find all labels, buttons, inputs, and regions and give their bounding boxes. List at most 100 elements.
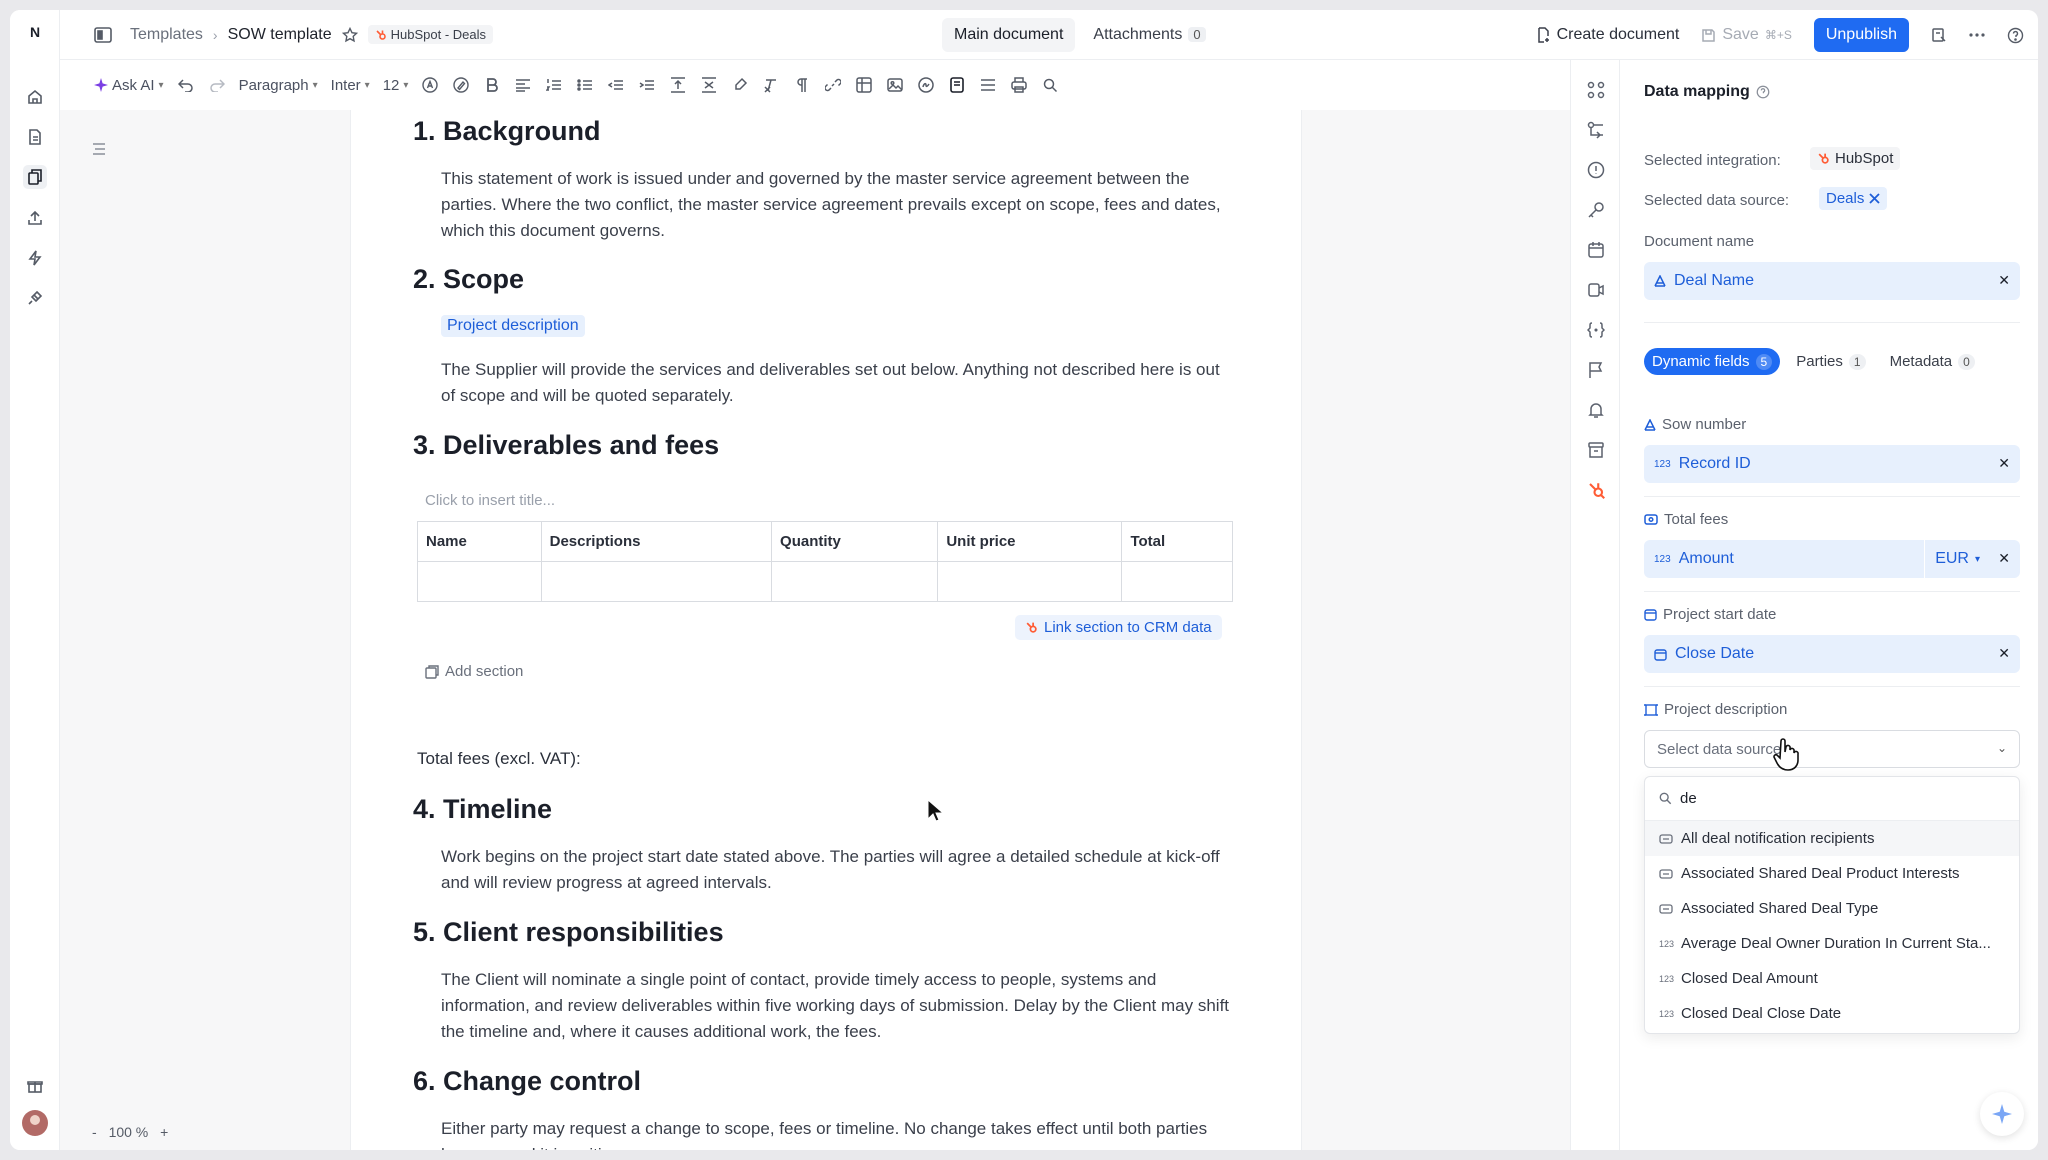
unpublish-button[interactable]: Unpublish	[1813, 18, 1909, 52]
project-start-date-field[interactable]: Close Date ✕	[1644, 635, 2020, 673]
outdent-icon[interactable]	[607, 76, 625, 94]
home-icon[interactable]	[23, 85, 47, 109]
data-source-select[interactable]: Select data source ⌄	[1644, 730, 2020, 768]
total-fees-label[interactable]: Total fees (excl. VAT):	[417, 749, 581, 769]
documents-icon[interactable]	[23, 125, 47, 149]
table-header-cell[interactable]: Descriptions	[540, 521, 773, 562]
search-icon[interactable]	[1041, 76, 1059, 94]
ask-ai-button[interactable]: Ask AI ▾	[94, 77, 164, 94]
fees-table[interactable]: Name Descriptions Quantity Unit price To…	[417, 521, 1233, 602]
section-body[interactable]: Either party may request a change to sco…	[441, 1116, 1231, 1150]
save-button[interactable]: Save ⌘+S	[1701, 26, 1792, 44]
upload-icon[interactable]	[23, 206, 47, 230]
total-fees-field[interactable]: 123 Amount EUR ▾ ✕	[1644, 540, 2020, 578]
table-cell[interactable]	[771, 561, 939, 602]
templates-icon[interactable]	[23, 165, 47, 189]
ai-assistant-button[interactable]	[1980, 1092, 2024, 1136]
document-name-field[interactable]: Deal Name ✕	[1644, 262, 2020, 300]
font-size-select[interactable]: 12 ▾	[383, 77, 409, 94]
close-icon[interactable]: ✕	[1998, 455, 2010, 472]
pilcrow-icon[interactable]	[793, 76, 811, 94]
preview-icon[interactable]	[1586, 280, 1606, 300]
info-icon[interactable]	[1586, 160, 1606, 180]
format-painter-icon[interactable]	[731, 76, 749, 94]
tab-main-document[interactable]: Main document	[942, 18, 1076, 52]
table-icon[interactable]	[855, 76, 873, 94]
table-header-cell[interactable]: Total	[1121, 521, 1233, 562]
table-cell[interactable]	[937, 561, 1123, 602]
selected-source-pill[interactable]: Deals	[1819, 187, 1888, 210]
numbered-list-icon[interactable]	[545, 76, 563, 94]
zoom-in-button[interactable]: +	[160, 1124, 168, 1140]
dynamic-field-chip[interactable]: Project description	[441, 315, 585, 337]
workspace-logo[interactable]: N	[23, 20, 47, 44]
close-icon[interactable]: ✕	[1998, 645, 2010, 662]
tab-attachments[interactable]: Attachments 0	[1081, 18, 1217, 52]
remove-icon[interactable]	[1869, 193, 1880, 204]
section-heading[interactable]: 3. Deliverables and fees	[413, 430, 719, 461]
table-header-cell[interactable]: Quantity	[771, 521, 939, 562]
redo-icon[interactable]	[208, 76, 226, 94]
section-body[interactable]: Work begins on the project start date st…	[441, 844, 1231, 896]
clear-format-icon[interactable]	[762, 76, 780, 94]
tab-metadata[interactable]: Metadata 0	[1882, 348, 1983, 375]
selected-integration-pill[interactable]: HubSpot	[1810, 147, 1901, 170]
integrations-icon[interactable]	[23, 286, 47, 310]
currency-select[interactable]: EUR ▾	[1924, 540, 1990, 578]
star-icon[interactable]	[341, 26, 358, 43]
variables-icon[interactable]	[1586, 320, 1606, 340]
dropdown-search-input[interactable]: de	[1680, 790, 1697, 807]
close-icon[interactable]: ✕	[1998, 550, 2010, 567]
section-heading[interactable]: 2. Scope	[413, 264, 524, 295]
tab-parties[interactable]: Parties 1	[1788, 348, 1873, 375]
link-icon[interactable]	[824, 76, 842, 94]
gift-icon[interactable]	[23, 1074, 47, 1098]
section-heading[interactable]: 6. Change control	[413, 1066, 641, 1097]
table-header-cell[interactable]: Name	[417, 521, 542, 562]
tab-dynamic-fields[interactable]: Dynamic fields 5	[1644, 348, 1781, 375]
archive-icon[interactable]	[1586, 440, 1606, 460]
flag-icon[interactable]	[1586, 360, 1606, 380]
bell-icon[interactable]	[1586, 400, 1606, 420]
text-color-icon[interactable]	[421, 76, 439, 94]
outline-icon[interactable]	[90, 140, 108, 158]
workflow-icon[interactable]	[1586, 120, 1606, 140]
table-header-cell[interactable]: Unit price	[937, 521, 1123, 562]
hubspot-icon[interactable]	[1586, 480, 1606, 500]
add-section-button[interactable]: Add section	[425, 663, 523, 680]
user-avatar[interactable]	[22, 1110, 48, 1136]
sidebar-toggle-icon[interactable]	[94, 26, 112, 43]
history-icon[interactable]	[1931, 27, 1947, 43]
help-icon[interactable]	[2007, 27, 2024, 44]
section-body[interactable]: This statement of work is issued under a…	[441, 166, 1231, 244]
zoom-out-button[interactable]: -	[92, 1124, 97, 1140]
dropdown-option[interactable]: 123 Closed Deal Amount	[1645, 961, 2019, 996]
dropdown-option[interactable]: Associated Shared Deal Product Interests	[1645, 856, 2019, 891]
paragraph-style-select[interactable]: Paragraph ▾	[239, 77, 318, 94]
highlight-icon[interactable]	[452, 76, 470, 94]
breadcrumb-templates[interactable]: Templates	[130, 26, 203, 44]
create-document-button[interactable]: Create document	[1536, 26, 1679, 44]
section-heading[interactable]: 1. Background	[413, 116, 601, 147]
bullet-list-icon[interactable]	[576, 76, 594, 94]
print-icon[interactable]	[1010, 76, 1028, 94]
image-icon[interactable]	[886, 76, 904, 94]
dropdown-option[interactable]: 123 Closed Deal Close Date	[1645, 996, 2019, 1031]
section-body[interactable]: The Supplier will provide the services a…	[441, 357, 1231, 409]
dropdown-option[interactable]: 123 Average Deal Owner Duration In Curren…	[1645, 926, 2019, 961]
calendar-icon[interactable]	[1586, 240, 1606, 260]
more-options-icon[interactable]	[1969, 33, 1985, 37]
sow-number-field[interactable]: 123 Record ID ✕	[1644, 445, 2020, 483]
section-heading[interactable]: 4. Timeline	[413, 794, 552, 825]
link-section-crm-button[interactable]: Link section to CRM data	[1015, 615, 1222, 640]
table-cell[interactable]	[1121, 561, 1233, 602]
close-icon[interactable]: ✕	[1998, 272, 2010, 289]
key-icon[interactable]	[1586, 200, 1606, 220]
table-title-placeholder[interactable]: Click to insert title...	[425, 492, 555, 509]
bold-icon[interactable]	[483, 76, 501, 94]
integration-tag[interactable]: HubSpot - Deals	[367, 25, 494, 44]
align-left-icon[interactable]	[514, 76, 532, 94]
dropdown-option[interactable]: All deal notification recipients	[1645, 821, 2019, 856]
font-family-select[interactable]: Inter ▾	[331, 77, 370, 94]
undo-icon[interactable]	[177, 76, 195, 94]
